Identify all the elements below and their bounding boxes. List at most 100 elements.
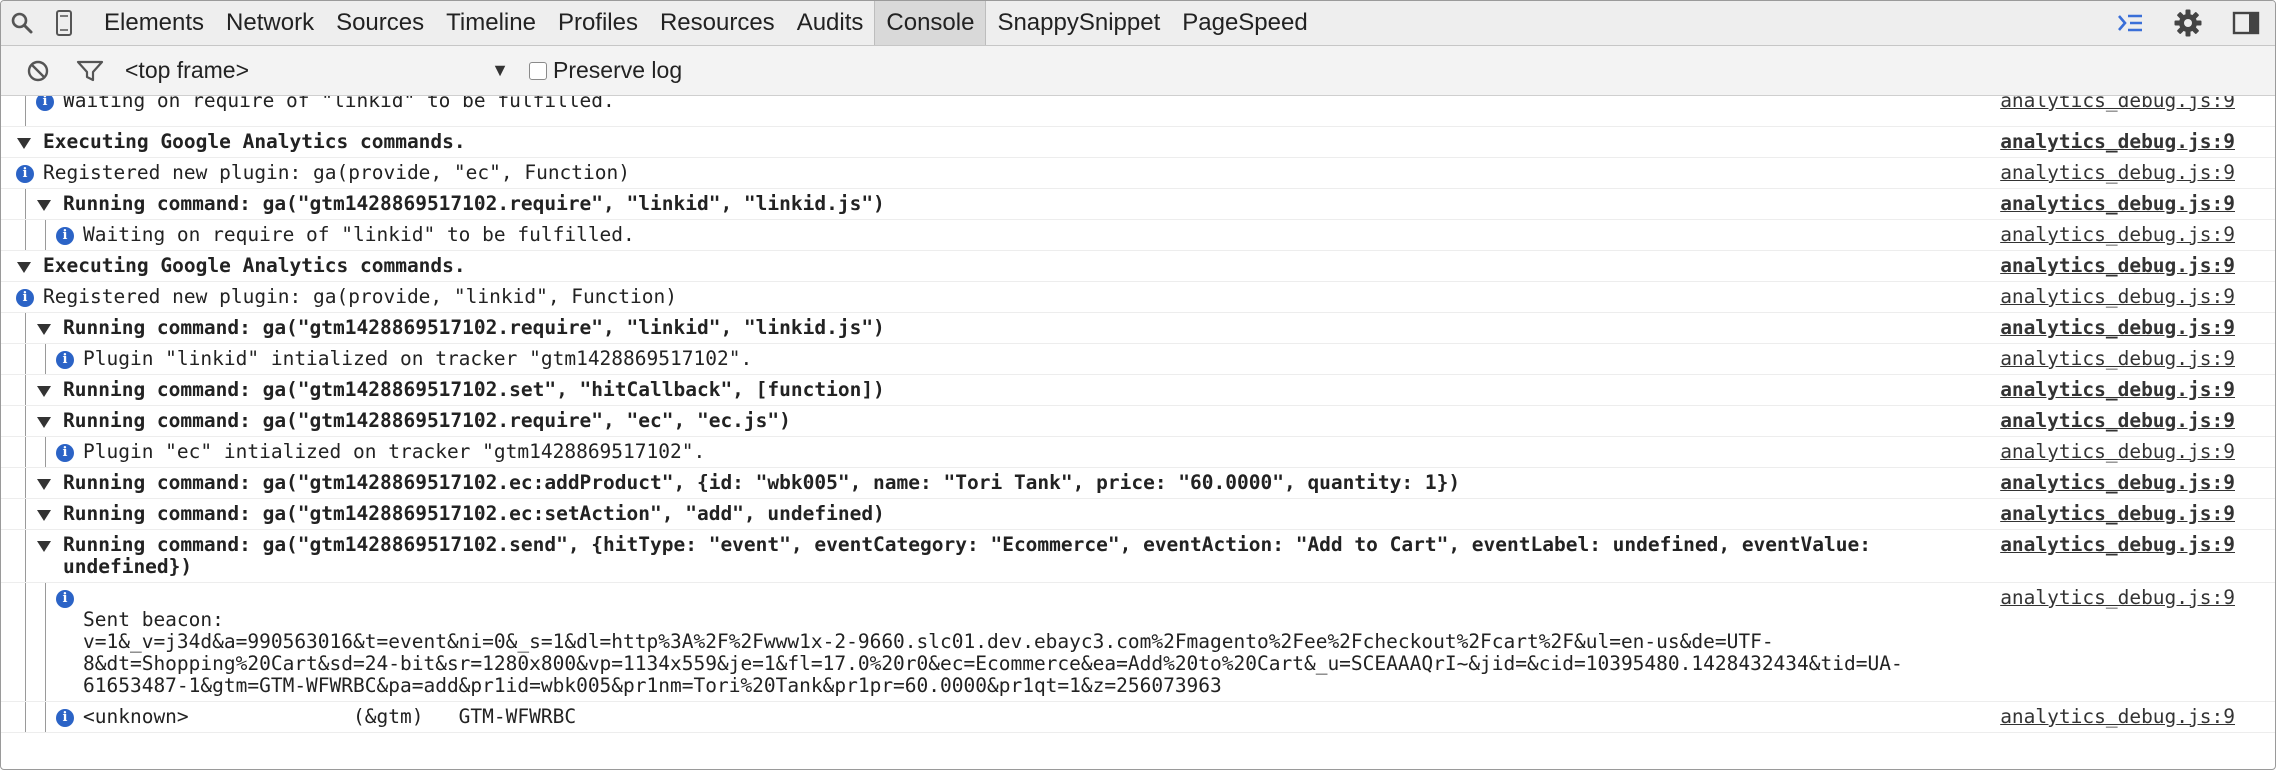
source-link[interactable]: analytics_debug.js:9: [2000, 131, 2235, 153]
group-guide-line: [25, 437, 26, 467]
console-message-text: Waiting on require of "linkid" to be ful…: [63, 96, 615, 112]
source-link[interactable]: analytics_debug.js:9: [2000, 255, 2235, 277]
group-guide-line: [45, 220, 46, 250]
group-guide-line: [25, 468, 26, 498]
console-group-row[interactable]: Running command: ga("gtm1428869517102.re…: [1, 313, 2275, 344]
source-link[interactable]: analytics_debug.js:9: [2000, 193, 2235, 215]
group-guide-line: [45, 702, 46, 732]
console-message-text: Executing Google Analytics commands.: [43, 254, 466, 277]
expand-triangle-icon[interactable]: [37, 510, 51, 521]
expand-triangle-icon[interactable]: [17, 138, 31, 149]
expand-triangle-icon[interactable]: [37, 541, 51, 552]
tab-elements[interactable]: Elements: [93, 1, 215, 45]
frame-selector[interactable]: <top frame> ▼: [125, 57, 515, 84]
info-icon: i: [56, 227, 74, 245]
group-guide-line: [25, 375, 26, 405]
info-icon: i: [56, 444, 74, 462]
console-group-row[interactable]: Running command: ga("gtm1428869517102.re…: [1, 406, 2275, 437]
source-link[interactable]: analytics_debug.js:9: [2000, 472, 2235, 494]
devtools-tabbar: Elements Network Sources Timeline Profiles Re…: [1, 1, 2275, 46]
console-message-text: Registered new plugin: ga(provide, "ec",…: [43, 161, 630, 184]
console-message-text: Plugin "ec" intialized on tracker "gtm14…: [83, 440, 706, 463]
group-guide-line: [45, 344, 46, 374]
dock-side-icon[interactable]: [2217, 1, 2275, 45]
source-link[interactable]: analytics_debug.js:9: [2000, 162, 2235, 184]
console-message-text: Running command: ga("gtm1428869517102.se…: [63, 533, 1883, 578]
show-drawer-icon[interactable]: [2101, 1, 2159, 45]
console-group-row[interactable]: Running command: ga("gtm1428869517102.ec…: [1, 468, 2275, 499]
console-group-row[interactable]: Executing Google Analytics commands. anal…: [1, 251, 2275, 282]
info-icon: i: [56, 590, 74, 608]
info-icon: i: [16, 165, 34, 183]
dropdown-arrow-icon: ▼: [491, 60, 509, 80]
preserve-log-option[interactable]: Preserve log: [529, 57, 682, 84]
expand-triangle-icon[interactable]: [37, 417, 51, 428]
tab-sources[interactable]: Sources: [325, 1, 435, 45]
tab-pagespeed[interactable]: PageSpeed: [1171, 1, 1318, 45]
source-link[interactable]: analytics_debug.js:9: [2000, 317, 2235, 339]
console-message-text: Running command: ga("gtm1428869517102.re…: [63, 409, 791, 432]
console-message-text: Registered new plugin: ga(provide, "link…: [43, 285, 677, 308]
console-message-text: Running command: ga("gtm1428869517102.ec…: [63, 502, 885, 525]
console-message-text: Executing Google Analytics commands.: [43, 130, 466, 153]
tabbar-right-icons: [2101, 1, 2275, 45]
tab-snappysnippet[interactable]: SnappySnippet: [986, 1, 1171, 45]
preserve-log-label: Preserve log: [553, 57, 683, 83]
console-message-text: Running command: ga("gtm1428869517102.re…: [63, 316, 885, 339]
console-group-row[interactable]: Running command: ga("gtm1428869517102.se…: [1, 530, 2275, 583]
console-toolbar: <top frame> ▼ Preserve log: [1, 46, 2275, 96]
source-link[interactable]: analytics_debug.js:9: [2000, 410, 2235, 432]
tab-timeline[interactable]: Timeline: [435, 1, 547, 45]
source-link[interactable]: analytics_debug.js:9: [2000, 441, 2235, 463]
source-link[interactable]: analytics_debug.js:9: [2000, 503, 2235, 525]
group-guide-line: [25, 189, 26, 219]
info-icon: i: [16, 289, 34, 307]
group-guide-line: [25, 406, 26, 436]
console-message-text: Plugin "linkid" intialized on tracker "g…: [83, 347, 753, 370]
source-link[interactable]: analytics_debug.js:9: [2000, 534, 2235, 556]
console-message-row: i <unknown> (&gtm) GTM-WFWRBC analytics_de…: [1, 702, 2275, 733]
console-message-text: Running command: ga("gtm1428869517102.ec…: [63, 471, 1461, 494]
console-message-text: Waiting on require of "linkid" to be ful…: [83, 223, 635, 246]
console-message-text: Sent beacon: v=1&_v=j34d&a=990563016&t=e…: [83, 608, 1903, 697]
console-message-text: <unknown> (&gtm) GTM-WFWRBC: [83, 705, 577, 728]
preserve-log-checkbox[interactable]: [529, 61, 547, 80]
console-group-row[interactable]: Running command: ga("gtm1428869517102.ec…: [1, 499, 2275, 530]
console-message-row: i Waiting on require of "linkid" to be fu…: [1, 96, 2275, 127]
expand-triangle-icon[interactable]: [37, 386, 51, 397]
device-mode-icon[interactable]: [43, 1, 85, 45]
group-guide-line: [45, 437, 46, 467]
gear-icon[interactable]: [2159, 1, 2217, 45]
group-guide-line: [25, 583, 26, 701]
expand-triangle-icon[interactable]: [37, 324, 51, 335]
console-group-row[interactable]: Executing Google Analytics commands. anal…: [1, 127, 2275, 158]
panel-tabs: Elements Network Sources Timeline Profiles Re…: [93, 1, 1319, 45]
source-link[interactable]: analytics_debug.js:9: [2000, 587, 2235, 609]
expand-triangle-icon[interactable]: [37, 479, 51, 490]
group-guide-line: [25, 344, 26, 374]
expand-triangle-icon[interactable]: [37, 200, 51, 211]
console-group-row[interactable]: Running command: ga("gtm1428869517102.se…: [1, 375, 2275, 406]
info-icon: i: [56, 351, 74, 369]
console-message-text: Running command: ga("gtm1428869517102.re…: [63, 192, 885, 215]
devtools-window: Elements Network Sources Timeline Profiles Re…: [0, 0, 2276, 770]
source-link[interactable]: analytics_debug.js:9: [2000, 96, 2235, 112]
frame-selector-value: <top frame>: [125, 57, 250, 83]
source-link[interactable]: analytics_debug.js:9: [2000, 379, 2235, 401]
tab-profiles[interactable]: Profiles: [547, 1, 649, 45]
source-link[interactable]: analytics_debug.js:9: [2000, 348, 2235, 370]
search-icon[interactable]: [1, 1, 43, 45]
console-message-row: i Registered new plugin: ga(provide, "lin…: [1, 282, 2275, 313]
source-link[interactable]: analytics_debug.js:9: [2000, 286, 2235, 308]
console-group-row[interactable]: Running command: ga("gtm1428869517102.re…: [1, 189, 2275, 220]
source-link[interactable]: analytics_debug.js:9: [2000, 706, 2235, 728]
tab-console[interactable]: Console: [874, 1, 987, 45]
expand-triangle-icon[interactable]: [17, 262, 31, 273]
tab-resources[interactable]: Resources: [649, 1, 786, 45]
filter-icon[interactable]: [69, 48, 111, 94]
clear-console-icon[interactable]: [17, 48, 59, 94]
tab-audits[interactable]: Audits: [786, 1, 875, 45]
tab-network[interactable]: Network: [215, 1, 325, 45]
source-link[interactable]: analytics_debug.js:9: [2000, 224, 2235, 246]
console-messages[interactable]: i Waiting on require of "linkid" to be fu…: [1, 96, 2275, 769]
